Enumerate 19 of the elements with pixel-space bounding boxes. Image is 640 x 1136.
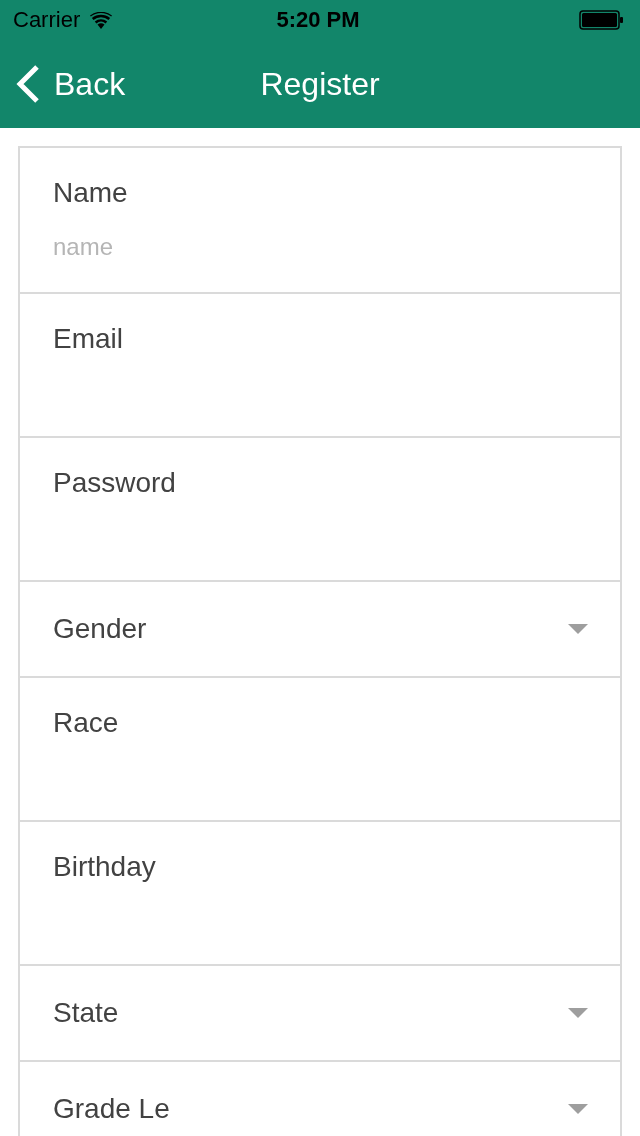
- field-label: Email: [53, 322, 123, 356]
- field-label: Password: [53, 466, 176, 500]
- field-label: Birthday: [53, 850, 156, 884]
- input-field[interactable]: name: [53, 227, 586, 267]
- time-label: 5:20 PM: [276, 7, 360, 33]
- caret-icon[interactable]: [568, 1008, 588, 1018]
- field-label: Grade Le: [53, 1092, 170, 1126]
- carrier-label: Carrier: [13, 7, 81, 33]
- field-label: Race: [53, 706, 119, 740]
- nav-title: Register: [260, 65, 380, 104]
- wifi-icon: [90, 11, 113, 29]
- field-label: State: [53, 996, 119, 1030]
- back-button[interactable]: Back: [16, 64, 126, 104]
- field-label: Gender: [53, 612, 147, 646]
- battery-icon: [579, 10, 623, 30]
- field-label: Name: [53, 176, 128, 210]
- caret-icon[interactable]: [568, 624, 588, 634]
- chevron-left-icon: [16, 65, 40, 103]
- caret-icon[interactable]: [568, 1104, 588, 1114]
